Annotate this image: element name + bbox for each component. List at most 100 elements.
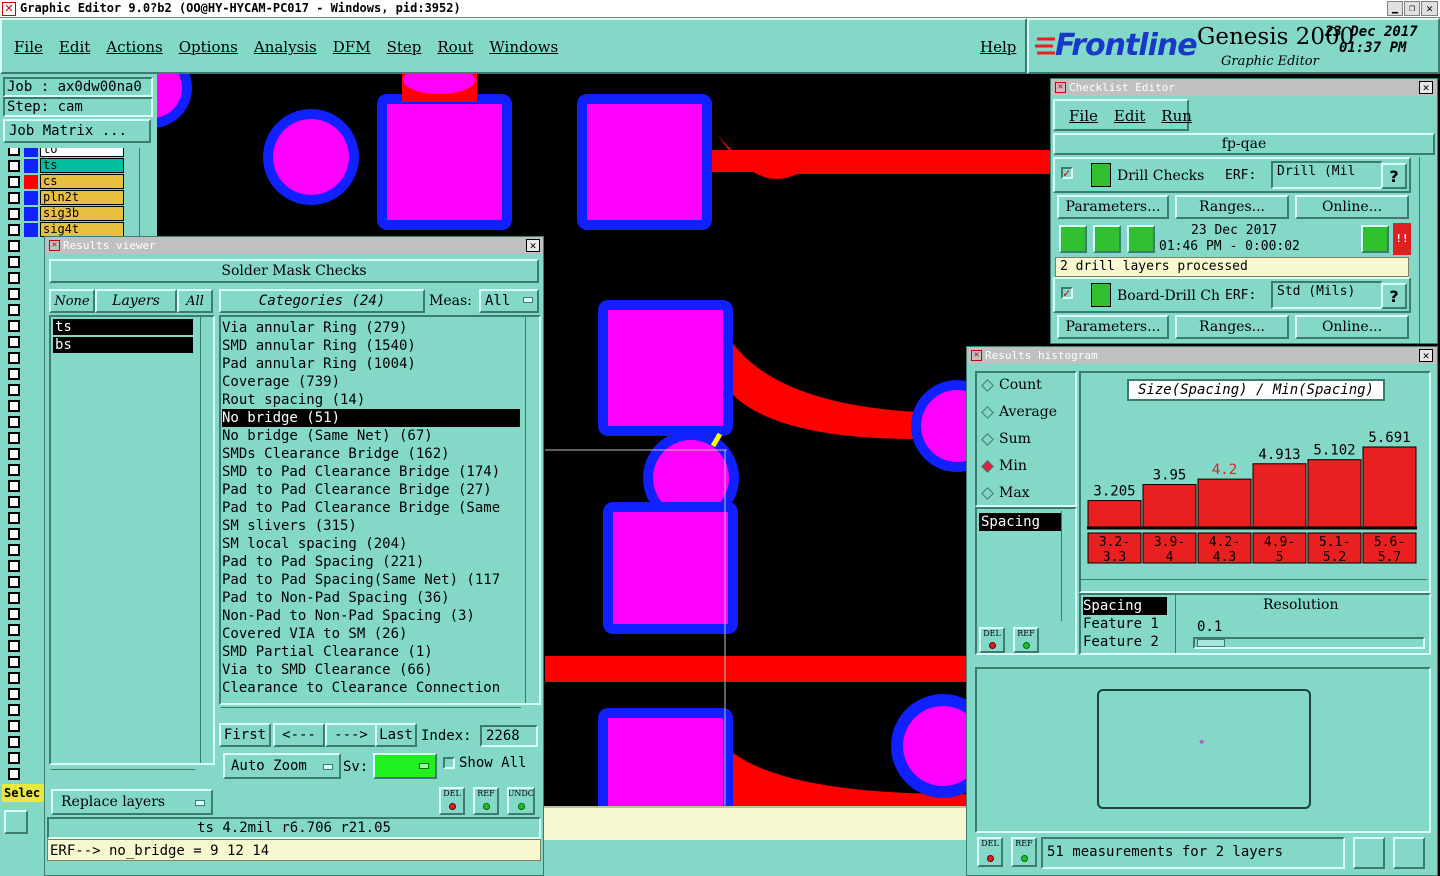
layer-checkbox[interactable] xyxy=(8,576,20,588)
feature-item[interactable]: Spacing xyxy=(1083,597,1167,615)
del-button[interactable]: DEL xyxy=(439,787,465,815)
layer-checkbox[interactable] xyxy=(8,240,20,252)
category-item[interactable]: SMD annular Ring (1540) xyxy=(222,337,520,355)
layer-checkbox[interactable] xyxy=(8,592,20,604)
histogram-ref-button-2[interactable]: REF xyxy=(1011,837,1037,867)
replace-layers-dropdown[interactable]: Replace layers xyxy=(51,789,213,815)
layer-checkbox[interactable] xyxy=(8,512,20,524)
histogram-bar[interactable] xyxy=(1197,478,1252,528)
layer-list-item[interactable]: bs xyxy=(53,337,193,353)
menu-step[interactable]: Step xyxy=(387,38,422,60)
layer-color-swatch[interactable] xyxy=(24,159,38,173)
index-input[interactable]: 2268 xyxy=(480,725,538,747)
layer-checkbox[interactable] xyxy=(8,416,20,428)
layer-checkbox[interactable] xyxy=(8,272,20,284)
histogram-bar[interactable] xyxy=(1142,484,1197,528)
mode-radio-min[interactable]: Min xyxy=(979,456,1075,480)
categories-button[interactable]: Categories (24) xyxy=(219,289,425,313)
radio-diamond-icon[interactable] xyxy=(981,433,994,446)
mode-radio-sum[interactable]: Sum xyxy=(979,429,1075,453)
layer-row[interactable]: to xyxy=(4,148,124,158)
menu-edit[interactable]: Edit xyxy=(59,38,90,60)
menu-windows[interactable]: Windows xyxy=(489,38,558,60)
histogram-close-icon[interactable]: ✕ xyxy=(1419,349,1433,362)
category-item[interactable]: Pad to Pad Clearance Bridge (Same xyxy=(222,499,520,517)
layer-checkbox[interactable] xyxy=(8,624,20,636)
zoom-in-icon[interactable] xyxy=(1361,225,1389,253)
category-item[interactable]: SMD Partial Clearance (1) xyxy=(222,643,520,661)
categories-vscroll[interactable] xyxy=(525,317,538,703)
histogram-del-button-2[interactable]: DEL xyxy=(977,837,1003,867)
layer-checkbox[interactable] xyxy=(8,720,20,732)
layer-checkbox[interactable] xyxy=(8,448,20,460)
menu-options[interactable]: Options xyxy=(179,38,238,60)
layer-color-swatch[interactable] xyxy=(24,207,38,221)
check-2-parameters-button[interactable]: Parameters... xyxy=(1057,315,1169,339)
check-1-parameters-button[interactable]: Parameters... xyxy=(1057,195,1169,219)
category-item[interactable]: SMD to Pad Clearance Bridge (174) xyxy=(222,463,520,481)
auto-zoom-dropdown[interactable]: Auto Zoom xyxy=(223,753,341,779)
layer-checkbox[interactable] xyxy=(8,640,20,652)
show-all-checkbox[interactable] xyxy=(443,757,455,769)
menu-help[interactable]: Help xyxy=(980,38,1016,56)
check-1-ranges-button[interactable]: Ranges... xyxy=(1175,195,1289,219)
first-button[interactable]: First xyxy=(219,723,271,747)
category-item[interactable]: Pad annular Ring (1004) xyxy=(222,355,520,373)
category-item[interactable]: Via to SMD Clearance (66) xyxy=(222,661,520,679)
category-item[interactable]: Non-Pad to Non-Pad Spacing (3) xyxy=(222,607,520,625)
category-item[interactable]: Clearance to Clearance Connection xyxy=(222,679,520,697)
layer-checkbox[interactable] xyxy=(8,432,20,444)
category-item[interactable]: SMDs Clearance Bridge (162) xyxy=(222,445,520,463)
category-item[interactable]: Pad to Pad Clearance Bridge (27) xyxy=(222,481,520,499)
resolution-slider[interactable] xyxy=(1193,637,1425,649)
feature-item[interactable]: Feature 1 xyxy=(1083,615,1167,633)
check-1-erf-value[interactable]: Drill (Mil xyxy=(1271,161,1383,189)
checklist-close-icon[interactable]: ✕ xyxy=(1419,81,1433,94)
graph-icon[interactable] xyxy=(1393,837,1425,869)
export-icon[interactable] xyxy=(1353,837,1385,869)
layers-header-button[interactable]: Layers xyxy=(95,289,177,313)
categories-hscroll[interactable] xyxy=(221,707,521,719)
chart-hscroll[interactable] xyxy=(1081,579,1427,591)
radio-diamond-icon[interactable] xyxy=(981,487,994,500)
layer-checkbox[interactable] xyxy=(8,320,20,332)
check-2-checkbox[interactable]: ✓ xyxy=(1061,287,1073,299)
next-button[interactable]: ---> xyxy=(325,723,377,747)
layer-color-swatch[interactable] xyxy=(24,191,38,205)
check-1-online-button[interactable]: Online... xyxy=(1295,195,1409,219)
menu-analysis[interactable]: Analysis xyxy=(254,38,317,60)
layer-checkbox[interactable] xyxy=(8,608,20,620)
layers-none-button[interactable]: None xyxy=(49,289,95,313)
category-item[interactable]: SM slivers (315) xyxy=(222,517,520,535)
layer-list-item[interactable]: ts xyxy=(53,319,193,335)
layer-checkbox[interactable] xyxy=(8,160,20,172)
layer-checkbox[interactable] xyxy=(8,688,20,700)
layer-checkbox[interactable] xyxy=(8,288,20,300)
mode-radio-max[interactable]: Max xyxy=(979,483,1075,507)
category-item[interactable]: No bridge (Same Net) (67) xyxy=(222,427,520,445)
check-2-online-button[interactable]: Online... xyxy=(1295,315,1409,339)
layer-checkbox[interactable] xyxy=(8,496,20,508)
mode-radio-average[interactable]: Average xyxy=(979,402,1075,426)
category-item[interactable]: Via annular Ring (279) xyxy=(222,319,520,337)
layer-checkbox[interactable] xyxy=(8,304,20,316)
layer-color-swatch[interactable] xyxy=(24,148,38,157)
layer-checkbox[interactable] xyxy=(8,768,20,780)
prev-button[interactable]: <--- xyxy=(273,723,325,747)
category-item[interactable]: SM local spacing (204) xyxy=(222,535,520,553)
layer-checkbox[interactable] xyxy=(8,464,20,476)
radio-diamond-icon[interactable] xyxy=(981,379,994,392)
run-action-icon[interactable] xyxy=(1093,225,1121,253)
layer-checkbox[interactable] xyxy=(8,704,20,716)
job-matrix-button[interactable]: Job Matrix ... xyxy=(3,119,151,143)
layer-checkbox[interactable] xyxy=(8,560,20,572)
check-2-erf-value[interactable]: Std (Mils) xyxy=(1271,281,1383,309)
maximize-button[interactable]: ❐ xyxy=(1404,1,1420,16)
check-2-ranges-button[interactable]: Ranges... xyxy=(1175,315,1289,339)
histogram-bar[interactable] xyxy=(1087,500,1142,528)
radio-diamond-icon[interactable] xyxy=(981,460,994,473)
layers-hscroll[interactable] xyxy=(51,769,195,781)
layer-checkbox[interactable] xyxy=(8,544,20,556)
category-item[interactable]: Coverage (739) xyxy=(222,373,520,391)
feature-item[interactable]: Feature 2 xyxy=(1083,633,1167,651)
